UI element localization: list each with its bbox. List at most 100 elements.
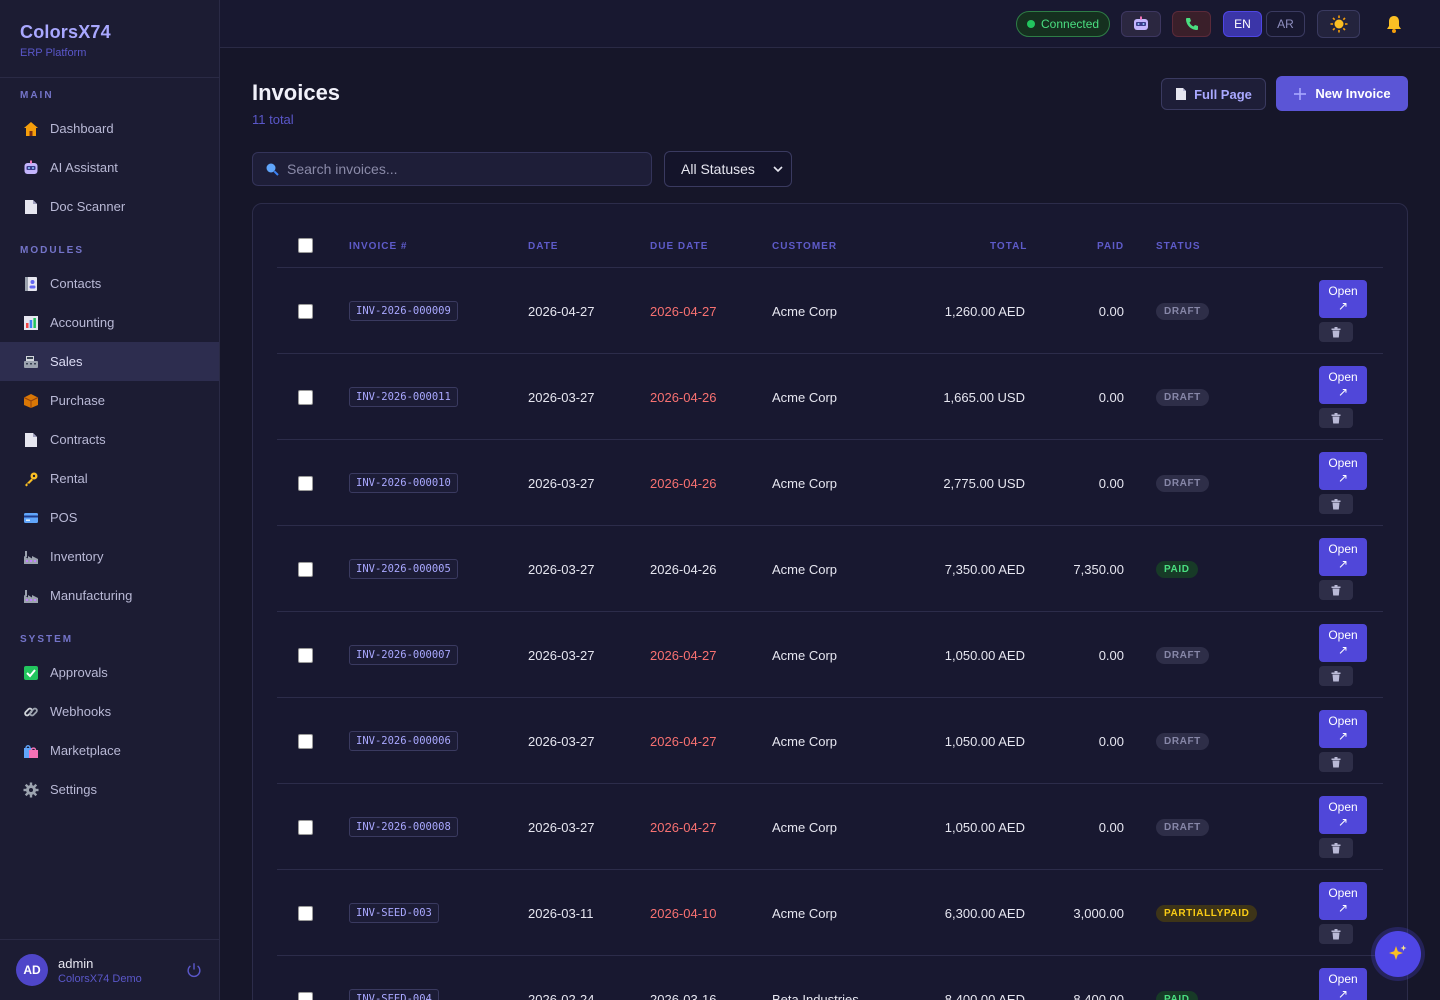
open-invoice-button[interactable]: Open ↗ bbox=[1319, 280, 1367, 318]
row-checkbox[interactable] bbox=[298, 906, 313, 921]
row-checkbox[interactable] bbox=[298, 648, 313, 663]
open-invoice-button[interactable]: Open ↗ bbox=[1319, 882, 1367, 920]
avatar[interactable]: AD bbox=[16, 954, 48, 986]
row-checkbox[interactable] bbox=[298, 390, 313, 405]
open-invoice-button[interactable]: Open ↗ bbox=[1319, 452, 1367, 490]
sidebar-item-pos[interactable]: POS bbox=[0, 498, 219, 537]
ai-robot-button[interactable] bbox=[1121, 11, 1161, 37]
sidebar-item-manufacturing[interactable]: Manufacturing bbox=[0, 576, 219, 615]
delete-invoice-button[interactable] bbox=[1319, 838, 1353, 858]
invoice-number[interactable]: INV-2026-000005 bbox=[349, 559, 458, 579]
sidebar-item-rental[interactable]: Rental bbox=[0, 459, 219, 498]
open-invoice-button[interactable]: Open ↗ bbox=[1319, 968, 1367, 1000]
header-paid[interactable]: PAID bbox=[1097, 241, 1124, 252]
customer-name: Acme Corp bbox=[772, 475, 838, 491]
full-page-button[interactable]: Full Page bbox=[1161, 78, 1266, 110]
row-checkbox[interactable] bbox=[298, 476, 313, 491]
status-badge: PARTIALLYPAID bbox=[1156, 904, 1258, 922]
invoice-count: 11 total bbox=[252, 112, 294, 127]
open-invoice-button[interactable]: Open ↗ bbox=[1319, 710, 1367, 748]
row-checkbox[interactable] bbox=[298, 734, 313, 749]
header-status[interactable]: STATUS bbox=[1156, 241, 1201, 252]
status-badge: DRAFT bbox=[1156, 732, 1209, 750]
sidebar-item-label: Rental bbox=[50, 471, 88, 486]
sidebar-item-purchase[interactable]: Purchase bbox=[0, 381, 219, 420]
row-checkbox[interactable] bbox=[298, 562, 313, 577]
customer-name: Acme Corp bbox=[772, 733, 838, 749]
new-invoice-button[interactable]: New Invoice bbox=[1276, 76, 1408, 111]
open-invoice-button[interactable]: Open ↗ bbox=[1319, 624, 1367, 662]
delete-invoice-button[interactable] bbox=[1319, 322, 1353, 342]
delete-invoice-button[interactable] bbox=[1319, 408, 1353, 428]
sidebar-item-sales[interactable]: Sales bbox=[0, 342, 219, 381]
sidebar-item-approvals[interactable]: Approvals bbox=[0, 653, 219, 692]
invoice-total: 1,665.00 USD bbox=[943, 389, 1025, 405]
lang-ar-button[interactable]: AR bbox=[1266, 11, 1305, 37]
open-invoice-button[interactable]: Open ↗ bbox=[1319, 538, 1367, 576]
open-invoice-button[interactable]: Open ↗ bbox=[1319, 796, 1367, 834]
credit-card-icon bbox=[22, 509, 40, 527]
lang-en-button[interactable]: EN bbox=[1223, 11, 1262, 37]
sidebar-item-ai-assistant[interactable]: AI Assistant bbox=[0, 148, 219, 187]
sidebar-item-accounting[interactable]: Accounting bbox=[0, 303, 219, 342]
bell-icon bbox=[1387, 16, 1401, 33]
invoice-number[interactable]: INV-2026-000011 bbox=[349, 387, 458, 407]
table-row[interactable]: INV-2026-000006 2026-03-27 2026-04-27 Acme … bbox=[277, 698, 1383, 784]
header-due-date[interactable]: DUE DATE bbox=[650, 241, 708, 252]
header-invoice[interactable]: INVOICE # bbox=[349, 241, 407, 252]
table-row[interactable]: INV-2026-000010 2026-03-27 2026-04-26 Acme … bbox=[277, 440, 1383, 526]
status-filter-select[interactable]: All Statuses bbox=[664, 151, 792, 187]
invoice-number[interactable]: INV-2026-000010 bbox=[349, 473, 458, 493]
invoice-number[interactable]: INV-2026-000006 bbox=[349, 731, 458, 751]
call-button[interactable] bbox=[1172, 11, 1211, 37]
open-invoice-button[interactable]: Open ↗ bbox=[1319, 366, 1367, 404]
status-dot-icon bbox=[1027, 20, 1035, 28]
ai-sparkle-fab[interactable] bbox=[1375, 931, 1421, 977]
delete-invoice-button[interactable] bbox=[1319, 666, 1353, 686]
theme-toggle-button[interactable] bbox=[1317, 10, 1360, 38]
trash-icon bbox=[1331, 326, 1341, 337]
table-row[interactable]: INV-SEED-004 2026-02-24 2026-03-16 Beta Ind… bbox=[277, 956, 1383, 1000]
delete-invoice-button[interactable] bbox=[1319, 580, 1353, 600]
sidebar-item-inventory[interactable]: Inventory bbox=[0, 537, 219, 576]
sidebar-item-contracts[interactable]: Contracts bbox=[0, 420, 219, 459]
sidebar-item-settings[interactable]: Settings bbox=[0, 770, 219, 809]
header-customer[interactable]: CUSTOMER bbox=[772, 241, 837, 252]
select-all-checkbox[interactable] bbox=[298, 238, 313, 253]
status-badge: DRAFT bbox=[1156, 474, 1209, 492]
user-box: AD admin ColorsX74 Demo bbox=[0, 939, 219, 1000]
search-input[interactable] bbox=[287, 161, 627, 177]
sidebar-item-label: Inventory bbox=[50, 549, 104, 564]
sidebar-item-doc-scanner[interactable]: Doc Scanner bbox=[0, 187, 219, 226]
nav-section-title: SYSTEM bbox=[20, 634, 74, 645]
invoice-number[interactable]: INV-2026-000009 bbox=[349, 301, 458, 321]
check-box-icon bbox=[22, 664, 40, 682]
status-badge: DRAFT bbox=[1156, 388, 1209, 406]
invoice-number[interactable]: INV-SEED-003 bbox=[349, 903, 439, 923]
sidebar-item-marketplace[interactable]: Marketplace bbox=[0, 731, 219, 770]
header-date[interactable]: DATE bbox=[528, 241, 558, 252]
table-row[interactable]: INV-SEED-003 2026-03-11 2026-04-10 Acme Cor… bbox=[277, 870, 1383, 956]
invoice-number[interactable]: INV-2026-000007 bbox=[349, 645, 458, 665]
invoice-number[interactable]: INV-SEED-004 bbox=[349, 989, 439, 1000]
table-row[interactable]: INV-2026-000008 2026-03-27 2026-04-27 Acme … bbox=[277, 784, 1383, 870]
sidebar-item-contacts[interactable]: Contacts bbox=[0, 264, 219, 303]
row-checkbox[interactable] bbox=[298, 992, 313, 1000]
sidebar-item-webhooks[interactable]: Webhooks bbox=[0, 692, 219, 731]
table-row[interactable]: INV-2026-000005 2026-03-27 2026-04-26 Acme … bbox=[277, 526, 1383, 612]
due-date: 2026-04-26 bbox=[650, 561, 717, 577]
logout-power-icon[interactable] bbox=[185, 961, 203, 979]
table-row[interactable]: INV-2026-000011 2026-03-27 2026-04-26 Acme … bbox=[277, 354, 1383, 440]
invoice-number[interactable]: INV-2026-000008 bbox=[349, 817, 458, 837]
header-total[interactable]: TOTAL bbox=[990, 241, 1027, 252]
sidebar-item-dashboard[interactable]: Dashboard bbox=[0, 109, 219, 148]
row-checkbox[interactable] bbox=[298, 820, 313, 835]
table-row[interactable]: INV-2026-000007 2026-03-27 2026-04-27 Acme … bbox=[277, 612, 1383, 698]
delete-invoice-button[interactable] bbox=[1319, 494, 1353, 514]
notifications-button[interactable] bbox=[1382, 11, 1406, 37]
row-checkbox[interactable] bbox=[298, 304, 313, 319]
sidebar-item-label: Contracts bbox=[50, 432, 106, 447]
delete-invoice-button[interactable] bbox=[1319, 752, 1353, 772]
table-row[interactable]: INV-2026-000009 2026-04-27 2026-04-27 Acme … bbox=[277, 268, 1383, 354]
delete-invoice-button[interactable] bbox=[1319, 924, 1353, 944]
